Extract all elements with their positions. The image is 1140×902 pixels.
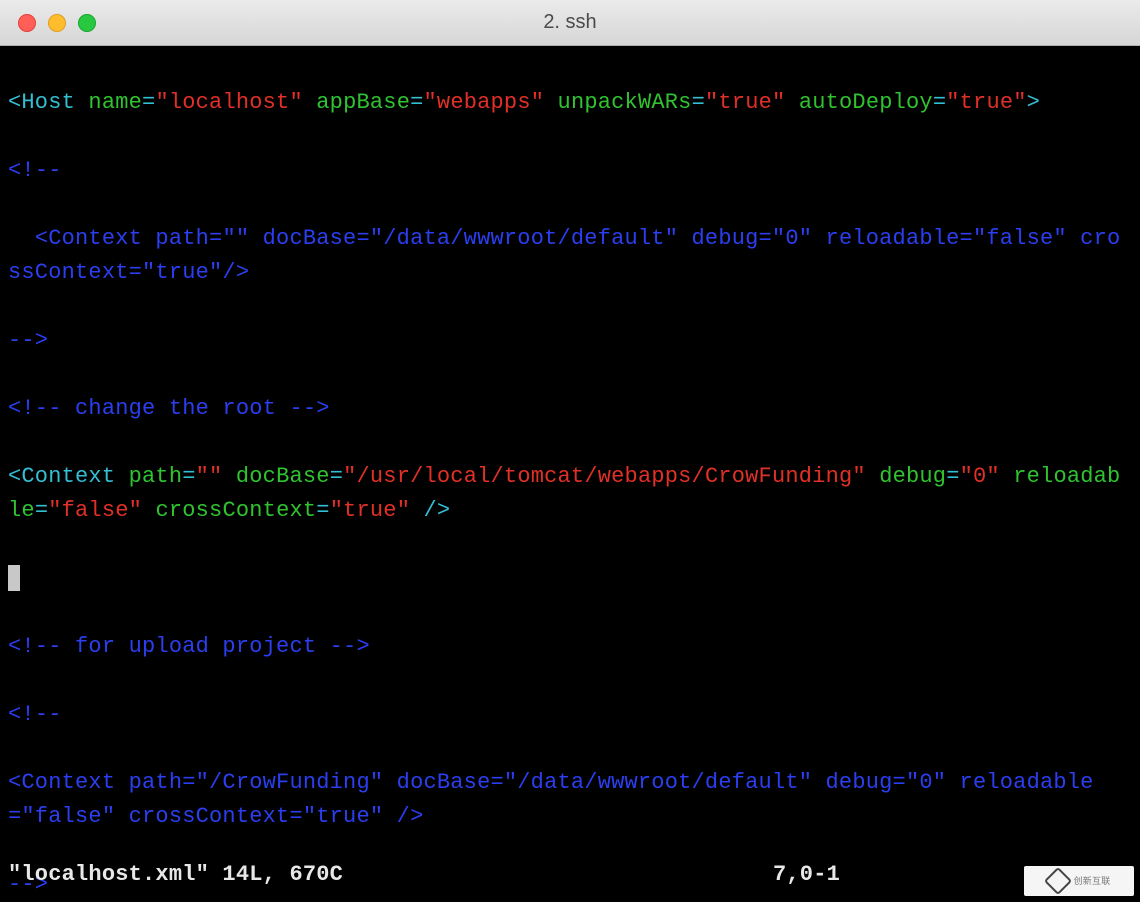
text-cursor — [8, 565, 20, 591]
code-line: <Context path="" docBase="/usr/local/tom… — [8, 460, 1132, 528]
maximize-icon[interactable] — [78, 14, 96, 32]
watermark-text: 创新互联 — [1074, 864, 1111, 898]
terminal-content[interactable]: <Host name="localhost" appBase="webapps"… — [0, 46, 1140, 902]
code-line: <!-- — [8, 154, 1132, 188]
code-line: <Host name="localhost" appBase="webapps"… — [8, 86, 1132, 120]
code-line: <Context path="/CrowFunding" docBase="/d… — [8, 766, 1132, 834]
code-line: <!-- change the root --> — [8, 392, 1132, 426]
status-file: "localhost.xml" 14L, 670C — [8, 858, 343, 892]
code-line: <!-- for upload project --> — [8, 630, 1132, 664]
code-line: <Context path="" docBase="/data/wwwroot/… — [8, 222, 1132, 290]
window-title: 2. ssh — [0, 11, 1140, 34]
watermark-logo-icon — [1043, 867, 1071, 895]
watermark: 创新互联 — [1024, 866, 1134, 896]
status-position: 7,0-1 — [773, 858, 840, 892]
minimize-icon[interactable] — [48, 14, 66, 32]
vim-status-bar: "localhost.xml" 14L, 670C 7,0-1 — [0, 854, 1140, 902]
close-icon[interactable] — [18, 14, 36, 32]
code-line: --> — [8, 324, 1132, 358]
window-titlebar: 2. ssh — [0, 0, 1140, 46]
code-line: <!-- — [8, 698, 1132, 732]
cursor-line — [8, 562, 1132, 596]
window-controls — [0, 14, 96, 32]
